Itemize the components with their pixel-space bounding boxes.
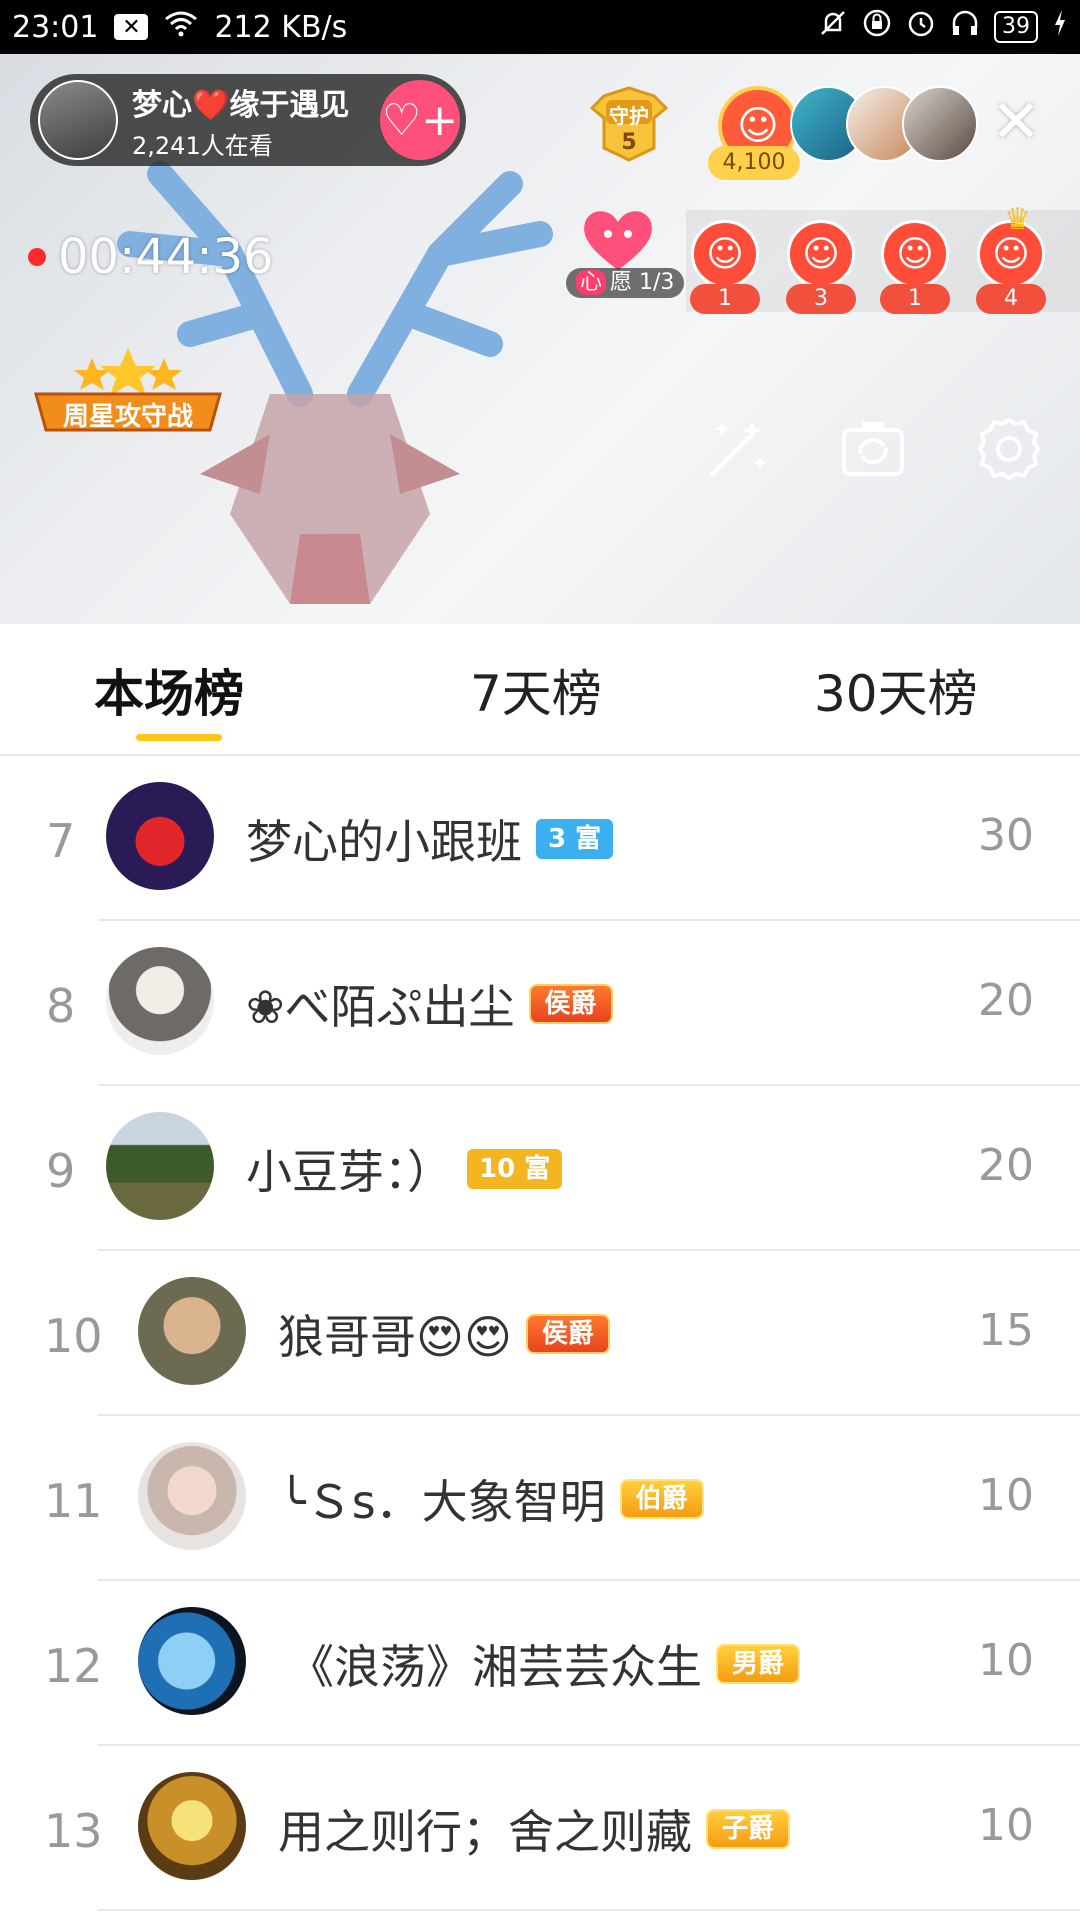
mute-bell-icon xyxy=(818,8,848,46)
ranking-row[interactable]: 11 ╰Ｓs．大象智明 伯爵 10 xyxy=(0,1416,1080,1581)
rank-number: 13 xyxy=(44,1804,103,1858)
wish-heart-icon[interactable] xyxy=(578,204,658,274)
rank-number: 12 xyxy=(44,1639,103,1693)
timer-text: 00:44:36 xyxy=(58,229,274,285)
rank-number: 8 xyxy=(46,979,76,1033)
viewer-count: 2,241人在看 xyxy=(132,131,273,160)
score: 10 xyxy=(978,1635,1034,1686)
follow-button[interactable]: ♡+ xyxy=(380,80,460,160)
user-name: ╰Ｓs．大象智明 xyxy=(278,1475,606,1529)
recording-dot xyxy=(28,248,46,266)
wish-progress[interactable]: 心愿 1/3 xyxy=(566,268,685,298)
ranking-row[interactable]: 7 梦心的小跟班 3 富 30 xyxy=(0,756,1080,921)
active-tab-indicator xyxy=(136,734,222,741)
live-video-area[interactable]: 梦心❤️缘于遇见 2,241人在看 ♡+ 守护 5 ☺ 4,100 ✕ 00:4… xyxy=(0,54,1080,624)
ranking-row[interactable]: 12 《浪荡》湘芸芸众生 男爵 10 xyxy=(0,1581,1080,1746)
host-info-pill[interactable]: 梦心❤️缘于遇见 2,241人在看 ♡+ xyxy=(30,74,466,166)
charging-icon xyxy=(1052,8,1068,46)
score: 20 xyxy=(978,1140,1034,1191)
wifi-icon xyxy=(164,9,198,45)
status-time: 23:01 xyxy=(12,9,99,45)
host-avatar[interactable] xyxy=(38,80,118,160)
noble-rank-badge: 子爵 xyxy=(706,1809,791,1849)
user-name: 《浪荡》湘芸芸众生 xyxy=(288,1640,702,1694)
user-name: 狼哥哥😍😍 xyxy=(278,1310,512,1364)
weekly-badge-text: 周星攻守战 xyxy=(62,402,193,432)
status-bar: 23:01 ✕ 212 KB/s 39 xyxy=(0,0,1080,54)
user-name: ❀べ陌ぷ出尘 xyxy=(246,980,515,1034)
headphones-icon xyxy=(950,8,980,46)
user-name: 用之则行；舍之则藏 xyxy=(278,1805,692,1859)
user-name: 梦心的小跟班 xyxy=(246,815,522,869)
tab-30-days[interactable]: 30天榜 xyxy=(814,654,978,726)
user-name: 小豆芽：） xyxy=(246,1145,453,1199)
close-button[interactable]: ✕ xyxy=(988,92,1044,152)
tab-current-session[interactable]: 本场榜 xyxy=(94,654,244,726)
user-avatar[interactable] xyxy=(138,1772,246,1880)
host-name: 梦心❤️缘于遇见 xyxy=(132,87,350,123)
gift-face-icon: ☺ xyxy=(691,220,759,288)
guard-badge[interactable]: 守护 5 xyxy=(584,78,674,164)
rank-number: 7 xyxy=(46,814,76,868)
row-divider xyxy=(98,1909,1080,1911)
wealth-level-badge: 10 富 xyxy=(467,1149,563,1189)
tab-7-days[interactable]: 7天榜 xyxy=(470,654,602,726)
crown-icon: ♛ xyxy=(1004,202,1031,237)
score: 10 xyxy=(978,1800,1034,1851)
top-fan-count: 4,100 xyxy=(708,146,800,180)
user-avatar[interactable] xyxy=(106,1112,214,1220)
gift-face-icon: ☺ xyxy=(881,220,949,288)
live-timer: 00:44:36 xyxy=(28,229,274,285)
lock-rotation-icon xyxy=(862,8,892,46)
score: 20 xyxy=(978,975,1034,1026)
guard-label: 守护 xyxy=(609,104,649,128)
alarm-icon xyxy=(906,8,936,46)
notification-icon: ✕ xyxy=(114,14,149,40)
ranking-row[interactable]: 9 小豆芽：） 10 富 20 xyxy=(0,1086,1080,1251)
user-avatar[interactable] xyxy=(138,1607,246,1715)
ranking-list: 7 梦心的小跟班 3 富 30 8 ❀べ陌ぷ出尘 侯爵 20 9 小豆芽：） 1… xyxy=(0,756,1080,1911)
rank-number: 9 xyxy=(46,1144,76,1198)
user-avatar[interactable] xyxy=(138,1277,246,1385)
ranking-tabs: 本场榜 7天榜 30天榜 xyxy=(0,624,1080,756)
user-avatar[interactable] xyxy=(106,947,214,1055)
user-avatar[interactable] xyxy=(106,782,214,890)
rank-number: 11 xyxy=(44,1474,103,1528)
rank-number: 10 xyxy=(44,1309,103,1363)
gift-face-icon: ☺ xyxy=(787,220,855,288)
wealth-level-badge: 3 富 xyxy=(536,819,614,859)
wish-label-prefix: 心 xyxy=(576,270,607,295)
noble-rank-badge: 侯爵 xyxy=(525,1314,610,1354)
gift-item[interactable]: ☺ 1 xyxy=(690,220,760,314)
gift-strip: ☺ 1 ☺ 3 ☺ 1 ♛ ☺ 4 xyxy=(686,202,1080,314)
battery-indicator: 39 xyxy=(994,11,1038,43)
ranking-row[interactable]: 13 用之则行；舍之则藏 子爵 10 xyxy=(0,1746,1080,1911)
gift-count: 1 xyxy=(880,284,950,314)
settings-gear-icon[interactable] xyxy=(972,412,1046,486)
noble-rank-badge: 伯爵 xyxy=(619,1479,704,1519)
network-speed: 212 KB/s xyxy=(214,9,348,45)
magic-wand-icon[interactable] xyxy=(700,412,774,486)
score: 30 xyxy=(978,810,1034,861)
switch-camera-icon[interactable] xyxy=(836,412,910,486)
score: 10 xyxy=(978,1470,1034,1521)
ranking-row[interactable]: 10 狼哥哥😍😍 侯爵 15 xyxy=(0,1251,1080,1416)
ranking-row[interactable]: 8 ❀べ陌ぷ出尘 侯爵 20 xyxy=(0,921,1080,1086)
gift-count: 4 xyxy=(976,284,1046,314)
noble-rank-badge: 男爵 xyxy=(716,1644,801,1684)
gift-item[interactable]: ☺ 3 xyxy=(786,220,856,314)
gift-item[interactable]: ☺ 1 xyxy=(880,220,950,314)
noble-rank-badge: 侯爵 xyxy=(528,984,613,1024)
viewer-avatar[interactable] xyxy=(902,86,978,162)
wish-label-text: 愿 1/3 xyxy=(610,270,675,295)
score: 15 xyxy=(978,1305,1034,1356)
gift-item[interactable]: ♛ ☺ 4 xyxy=(976,202,1046,314)
user-avatar[interactable] xyxy=(138,1442,246,1550)
guard-count: 5 xyxy=(621,130,637,155)
gift-count: 1 xyxy=(690,284,760,314)
weekly-star-badge[interactable]: 周星攻守战 xyxy=(30,344,226,444)
gift-count: 3 xyxy=(786,284,856,314)
